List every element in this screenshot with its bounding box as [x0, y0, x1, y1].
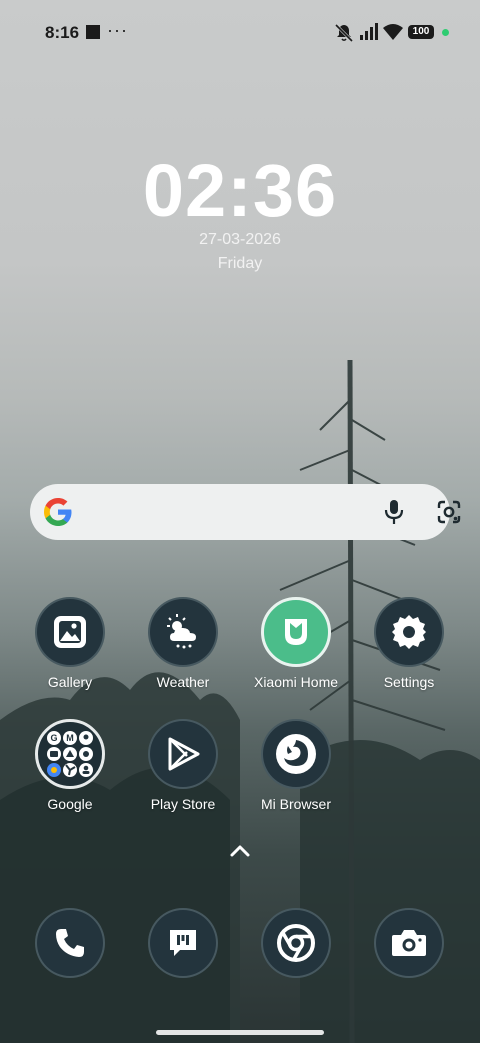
more-notifications-icon: ···: [107, 20, 128, 40]
app-label: Weather: [156, 674, 210, 690]
svg-text:M: M: [66, 733, 74, 743]
clock-day: Friday: [217, 255, 263, 272]
app-label: Mi Browser: [260, 796, 331, 812]
svg-text:G: G: [50, 733, 57, 743]
phone-icon: [35, 908, 105, 978]
camera-icon: [374, 908, 444, 978]
play-store-icon: [148, 719, 218, 789]
mic-icon[interactable]: [382, 499, 406, 525]
dock-camera[interactable]: [353, 908, 465, 978]
wifi-icon: [383, 24, 403, 40]
gallery-icon: [35, 597, 105, 667]
charging-dot-icon: [442, 29, 449, 36]
chrome-icon: [261, 908, 331, 978]
weather-icon: [148, 597, 218, 667]
app-weather[interactable]: Weather: [127, 597, 239, 690]
mi-browser-icon: [261, 719, 331, 789]
app-xiaomi-home[interactable]: Xiaomi Home: [240, 597, 352, 690]
clock-time[interactable]: 02:36: [0, 148, 480, 233]
app-label: Gallery: [47, 674, 93, 690]
lens-icon[interactable]: [436, 499, 462, 525]
google-search-bar[interactable]: [30, 484, 461, 540]
app-drawer-chevron-icon[interactable]: [228, 842, 252, 860]
app-label: Settings: [383, 674, 435, 690]
app-label: Google: [47, 796, 93, 812]
dock-chrome[interactable]: [240, 908, 352, 978]
google-folder-icon: G M: [35, 719, 105, 789]
signal-icon: [360, 23, 378, 40]
dock-phone[interactable]: [14, 908, 126, 978]
app-play-store[interactable]: Play Store: [127, 719, 239, 812]
dock-messages[interactable]: [127, 908, 239, 978]
google-logo: [44, 498, 72, 526]
battery-indicator: 100: [408, 25, 434, 39]
messages-icon: [148, 908, 218, 978]
app-gallery[interactable]: Gallery: [14, 597, 126, 690]
xiaomi-home-icon: [261, 597, 331, 667]
gesture-navigation-bar[interactable]: [156, 1030, 324, 1035]
app-label: Xiaomi Home: [253, 674, 339, 690]
mute-bell-icon: [334, 23, 354, 43]
notification-square-icon: [86, 25, 100, 39]
status-bar: 8:16 ··· 100: [0, 0, 480, 64]
settings-icon: [374, 597, 444, 667]
clock-date: 27-03-2026: [199, 231, 281, 248]
app-settings[interactable]: Settings: [353, 597, 465, 690]
app-label: Play Store: [150, 796, 216, 812]
folder-google[interactable]: G M Google: [14, 719, 126, 812]
status-time: 8:16: [45, 23, 80, 42]
app-mi-browser[interactable]: Mi Browser: [240, 719, 352, 812]
